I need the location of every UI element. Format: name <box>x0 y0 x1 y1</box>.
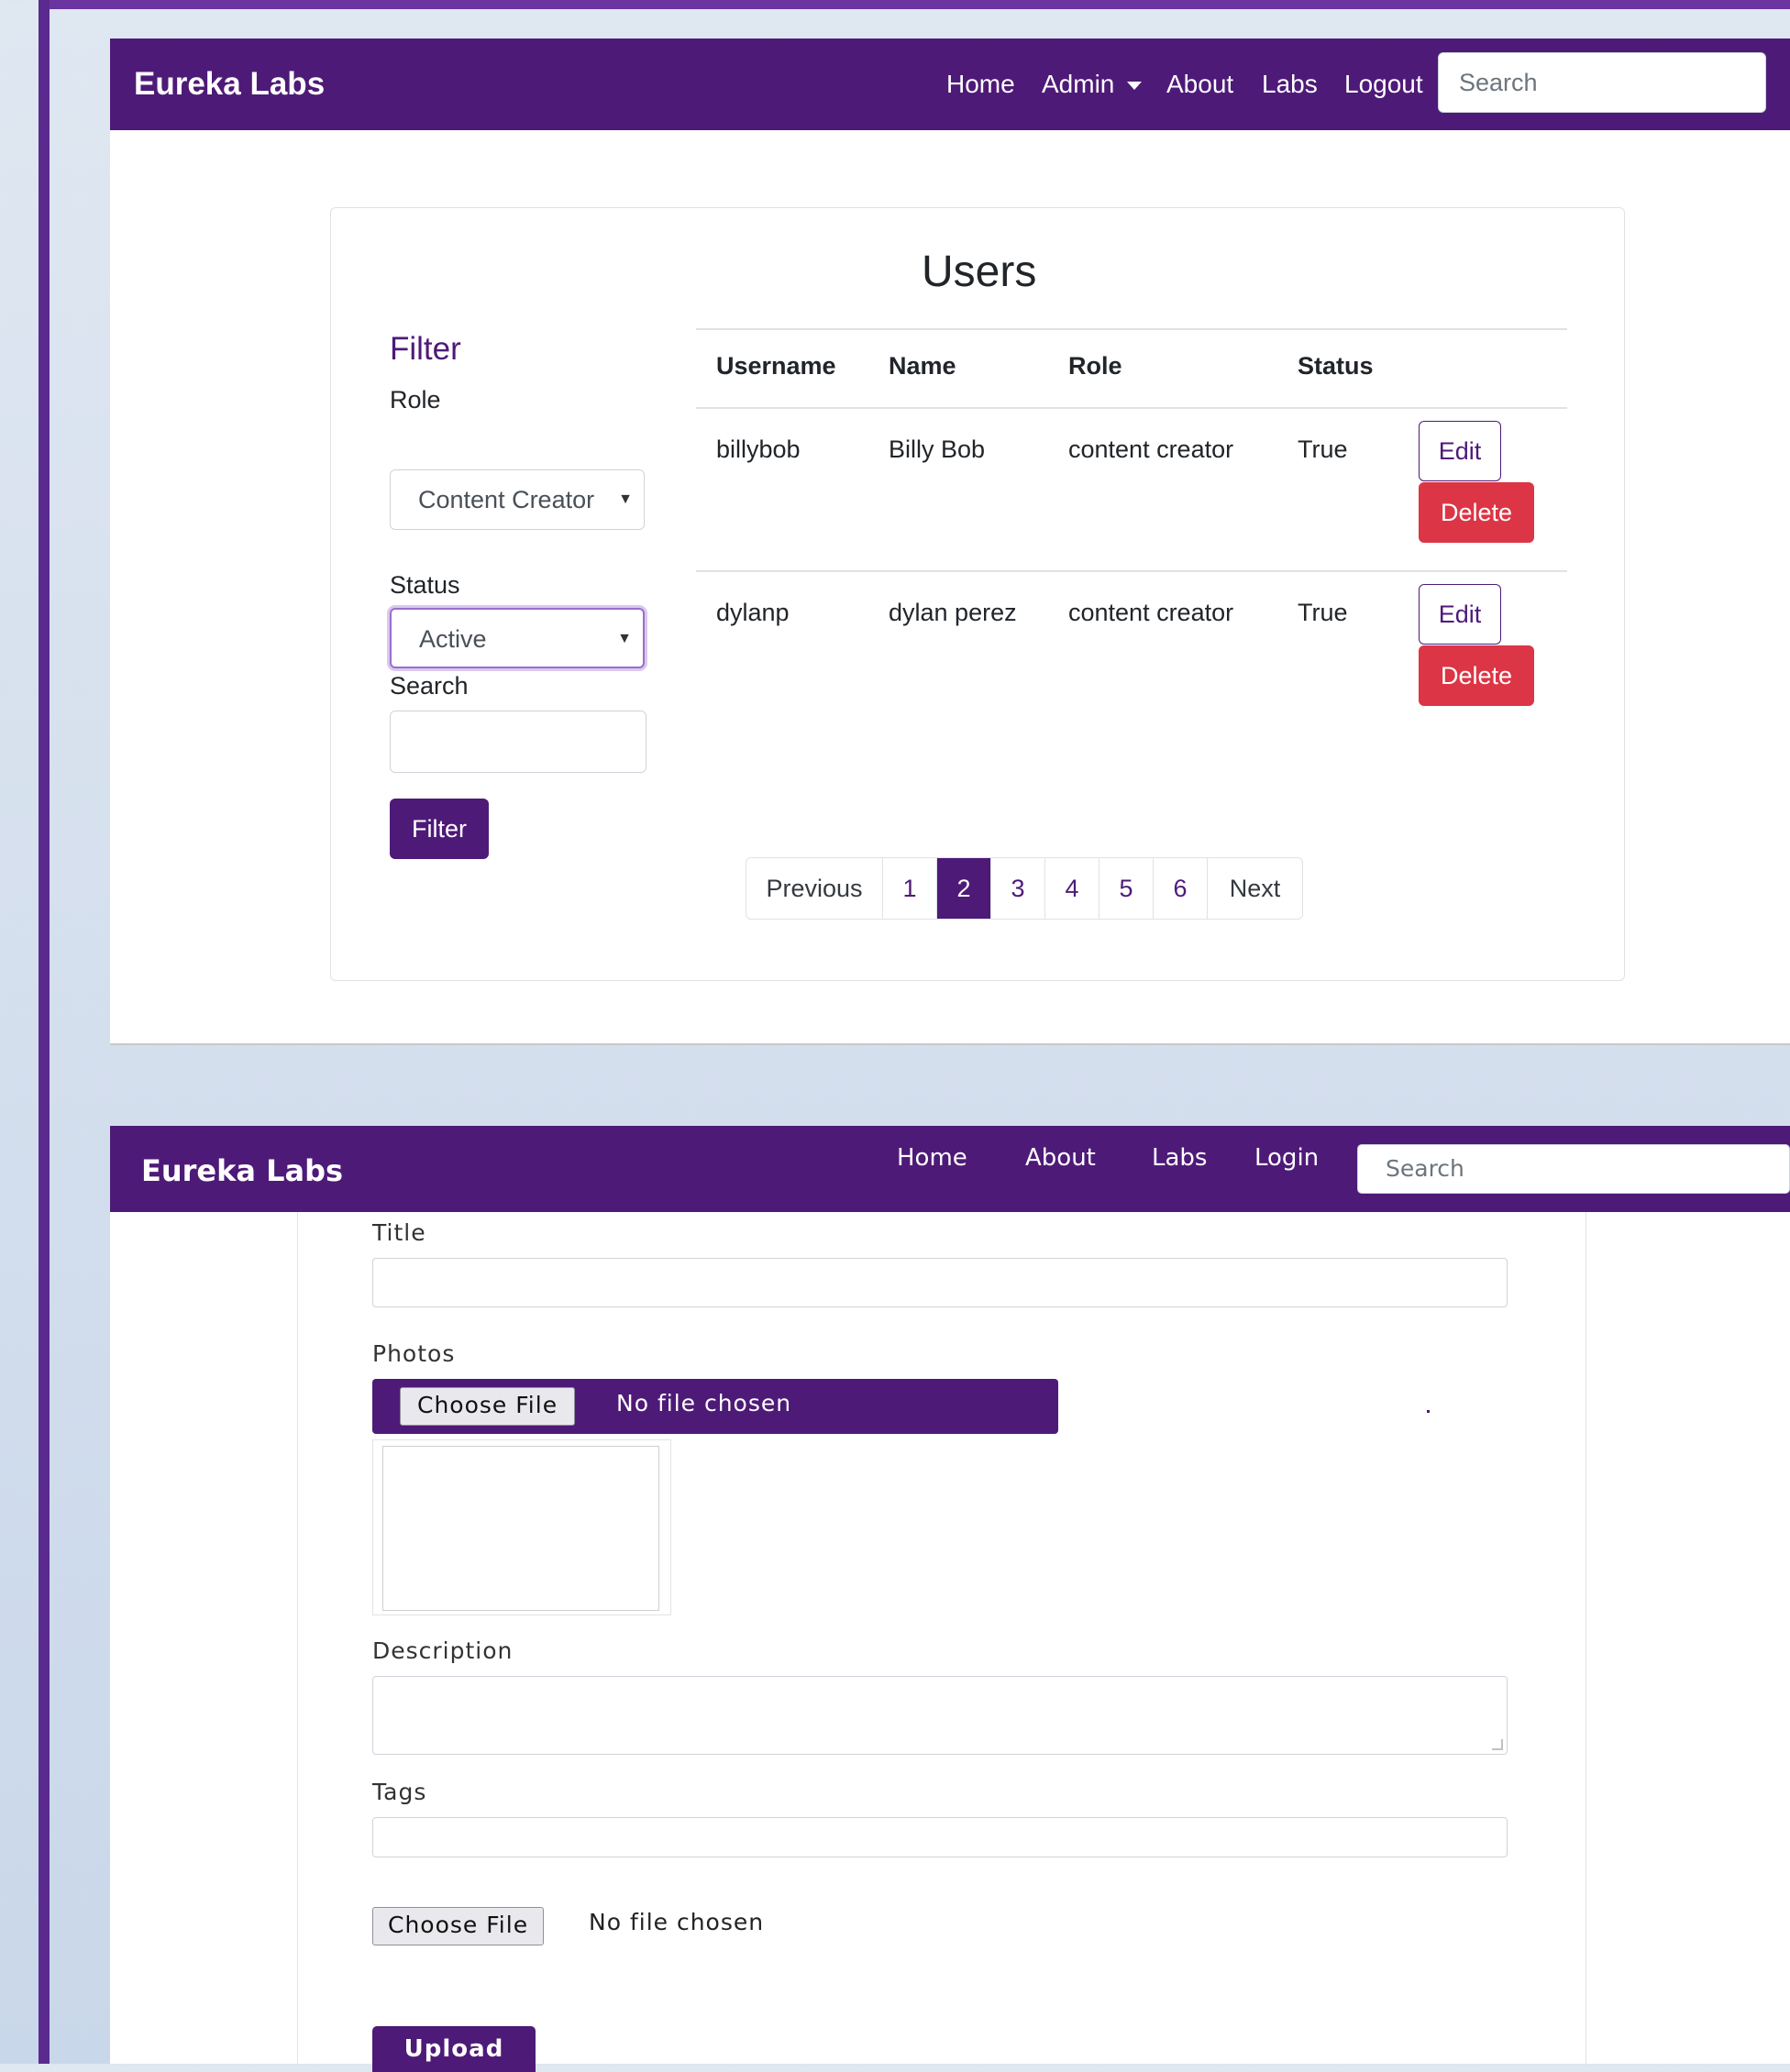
filter-search-input[interactable] <box>390 711 646 773</box>
photos-label: Photos <box>372 1340 456 1367</box>
nav-admin-label: Admin <box>1042 70 1115 98</box>
page-2[interactable]: 2 <box>936 858 990 919</box>
nav-home[interactable]: Home <box>946 70 1015 99</box>
cell-status: True <box>1298 435 1348 463</box>
search-label: Search <box>390 672 469 700</box>
filter-button[interactable]: Filter <box>390 799 489 859</box>
photo-preview-frame <box>382 1446 659 1611</box>
role-label: Role <box>390 386 441 413</box>
page-next[interactable]: Next <box>1207 858 1302 919</box>
users-admin-screen: Eureka Labs Home Admin About Labs Logout… <box>110 39 1790 1045</box>
delete-button[interactable]: Delete <box>1419 482 1534 543</box>
choose-file-button[interactable]: Choose File <box>400 1387 576 1426</box>
caret-down-icon <box>1127 82 1143 91</box>
pagination: Previous 1 2 3 4 5 6 Next <box>746 857 1303 920</box>
upload-button[interactable]: Upload <box>372 2026 536 2072</box>
cell-name: Billy Bob <box>889 435 986 463</box>
title-input[interactable] <box>372 1258 1508 1307</box>
decorative-dot <box>1427 1410 1430 1413</box>
page-6[interactable]: 6 <box>1153 858 1207 919</box>
edit-button[interactable]: Edit <box>1419 584 1501 645</box>
page-5[interactable]: 5 <box>1099 858 1153 919</box>
nav-labs[interactable]: Labs <box>1262 70 1318 99</box>
cell-role: content creator <box>1068 435 1234 463</box>
title-label: Title <box>372 1219 426 1246</box>
nav-admin-dropdown[interactable]: Admin <box>1042 70 1143 99</box>
cell-name: dylan perez <box>889 599 1017 626</box>
tags-input[interactable] <box>372 1817 1508 1857</box>
choose-file-button[interactable]: Choose File <box>372 1907 545 1945</box>
upload-navbar: Eureka Labs Home About Labs Login Search <box>110 1126 1790 1212</box>
nav-about[interactable]: About <box>1025 1144 1096 1172</box>
nav-logout[interactable]: Logout <box>1344 70 1423 99</box>
select-arrow-icon: ▼ <box>618 491 633 507</box>
page-1[interactable]: 1 <box>882 858 936 919</box>
window-frame-left <box>39 0 50 2064</box>
header-name: Name <box>889 352 956 380</box>
filter-heading: Filter <box>390 331 461 367</box>
page-4[interactable]: 4 <box>1044 858 1099 919</box>
role-select-value: Content Creator <box>418 486 595 513</box>
header-status: Status <box>1298 352 1374 380</box>
status-label: Status <box>390 571 460 599</box>
window-frame-top <box>39 0 1790 9</box>
header-username: Username <box>716 352 836 380</box>
table-top-border <box>696 328 1567 330</box>
nav-labs[interactable]: Labs <box>1152 1144 1207 1172</box>
nav-login[interactable]: Login <box>1254 1144 1319 1172</box>
tags-label: Tags <box>372 1779 427 1805</box>
page-3[interactable]: 3 <box>990 858 1044 919</box>
no-file-chosen-text: No file chosen <box>589 1909 765 1935</box>
cell-username: dylanp <box>716 599 790 626</box>
photo-preview <box>372 1439 671 1615</box>
users-card: Users Filter Role Content Creator ▼ Stat… <box>330 207 1625 981</box>
page-title: Users <box>922 248 1037 296</box>
row-divider <box>696 570 1567 572</box>
nav-search-input[interactable]: Search <box>1438 52 1766 113</box>
cell-role: content creator <box>1068 599 1234 626</box>
cell-username: billybob <box>716 435 801 463</box>
top-navbar: Eureka Labs Home Admin About Labs Logout… <box>110 39 1790 130</box>
header-divider <box>696 407 1567 409</box>
nav-about[interactable]: About <box>1166 70 1233 99</box>
page-previous[interactable]: Previous <box>746 858 882 919</box>
header-role: Role <box>1068 352 1122 380</box>
nav-home[interactable]: Home <box>897 1144 967 1172</box>
description-label: Description <box>372 1637 514 1664</box>
status-select[interactable]: Active ▼ <box>390 608 645 668</box>
brand-logo[interactable]: Eureka Labs <box>134 66 325 103</box>
no-file-chosen-text: No file chosen <box>616 1390 792 1416</box>
nav-search-input[interactable]: Search <box>1357 1144 1790 1194</box>
photos-file-input[interactable]: Choose File No file chosen <box>372 1379 1058 1434</box>
status-select-value: Active <box>419 625 487 653</box>
select-arrow-icon: ▼ <box>617 631 632 646</box>
upload-screen: Eureka Labs Home About Labs Login Search… <box>110 1126 1790 2072</box>
role-select[interactable]: Content Creator ▼ <box>390 469 645 530</box>
resize-handle-icon[interactable] <box>1492 1739 1503 1750</box>
brand-logo[interactable]: Eureka Labs <box>141 1153 343 1188</box>
edit-button[interactable]: Edit <box>1419 421 1501 481</box>
delete-button[interactable]: Delete <box>1419 645 1534 706</box>
description-textarea[interactable] <box>372 1676 1508 1755</box>
cell-status: True <box>1298 599 1348 626</box>
